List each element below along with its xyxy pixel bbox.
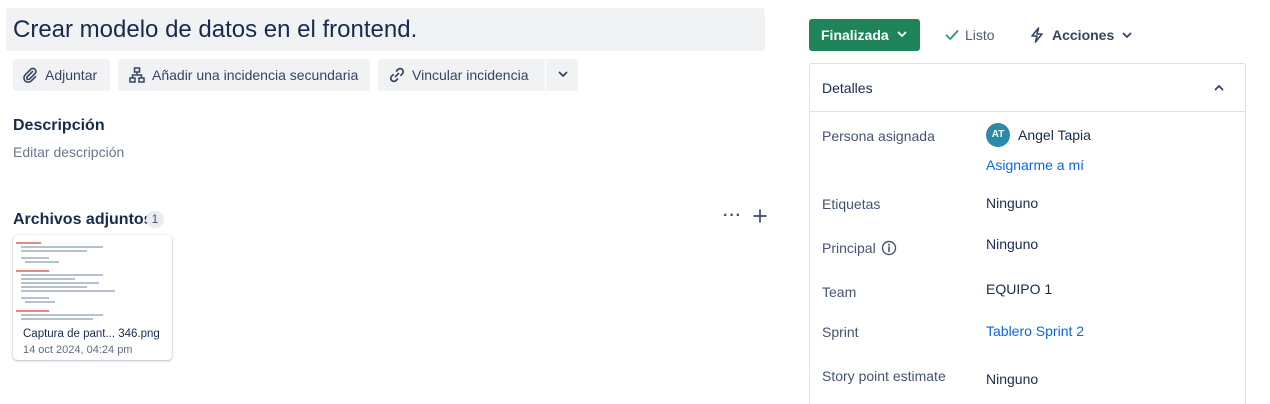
assignee-name[interactable]: Angel Tapia: [1018, 127, 1091, 143]
story-point-value[interactable]: Ninguno: [986, 371, 1038, 387]
issue-title[interactable]: Crear modelo de datos en el frontend.: [13, 16, 417, 44]
actions-button[interactable]: Acciones: [1030, 27, 1134, 43]
done-indicator[interactable]: Listo: [944, 27, 995, 43]
details-heading: Detalles: [822, 80, 873, 96]
check-icon: [944, 27, 960, 43]
parent-value[interactable]: Ninguno: [986, 236, 1038, 252]
details-panel: Detalles: [809, 63, 1246, 404]
sprint-label: Sprint: [822, 324, 859, 340]
status-label: Finalizada: [821, 27, 889, 43]
chevron-down-icon[interactable]: [556, 67, 570, 84]
status-dropdown-button[interactable]: Finalizada: [809, 19, 920, 51]
add-attachment-icon[interactable]: [752, 208, 768, 229]
chevron-up-icon[interactable]: [1212, 81, 1226, 100]
add-child-issue-label: Añadir una incidencia secundaria: [152, 67, 359, 83]
link-icon: [388, 66, 406, 84]
link-issue-button[interactable]: Vincular incidencia: [378, 59, 578, 91]
attachments-heading: Archivos adjuntos: [13, 211, 153, 228]
assignee-label: Persona asignada: [822, 128, 935, 144]
assign-to-me-link[interactable]: Asignarme a mí: [986, 157, 1084, 173]
team-label: Team: [822, 284, 857, 300]
avatar: AT: [986, 123, 1010, 147]
attachment-card[interactable]: Captura de pant... 346.png 14 oct 2024, …: [13, 235, 172, 360]
team-value[interactable]: EQUIPO 1: [986, 281, 1052, 297]
attachment-thumbnail: [13, 235, 172, 323]
description-editor[interactable]: Editar descripción: [13, 144, 124, 160]
sprint-value-link[interactable]: Tablero Sprint 2: [986, 323, 1084, 339]
done-label: Listo: [965, 27, 995, 43]
attachment-file-name: Captura de pant... 346.png: [23, 328, 160, 340]
attachments-count-badge: 1: [146, 211, 164, 228]
paperclip-icon: [21, 66, 39, 84]
attach-button-label: Adjuntar: [45, 67, 98, 83]
add-child-issue-button[interactable]: Añadir una incidencia secundaria: [118, 59, 370, 91]
link-issue-label: Vincular incidencia: [412, 67, 529, 83]
attachment-date: 14 oct 2024, 04:24 pm: [23, 344, 133, 356]
labels-label: Etiquetas: [822, 196, 881, 212]
actions-label: Acciones: [1052, 27, 1115, 43]
hierarchy-icon: [128, 66, 146, 84]
attach-button[interactable]: Adjuntar: [13, 59, 110, 91]
button-divider: [545, 59, 546, 91]
parent-label-text: Principal: [822, 240, 876, 256]
labels-value[interactable]: Ninguno: [986, 195, 1038, 211]
info-icon[interactable]: [881, 240, 897, 256]
more-options-icon[interactable]: ···: [723, 207, 742, 225]
details-panel-header[interactable]: Detalles: [810, 64, 1245, 112]
chevron-down-icon: [1120, 28, 1134, 42]
description-heading: Descripción: [13, 117, 105, 134]
parent-label: Principal: [822, 240, 897, 256]
chevron-down-icon: [895, 27, 909, 44]
story-point-label: Story point estimate: [822, 368, 946, 384]
lightning-icon: [1030, 27, 1044, 43]
